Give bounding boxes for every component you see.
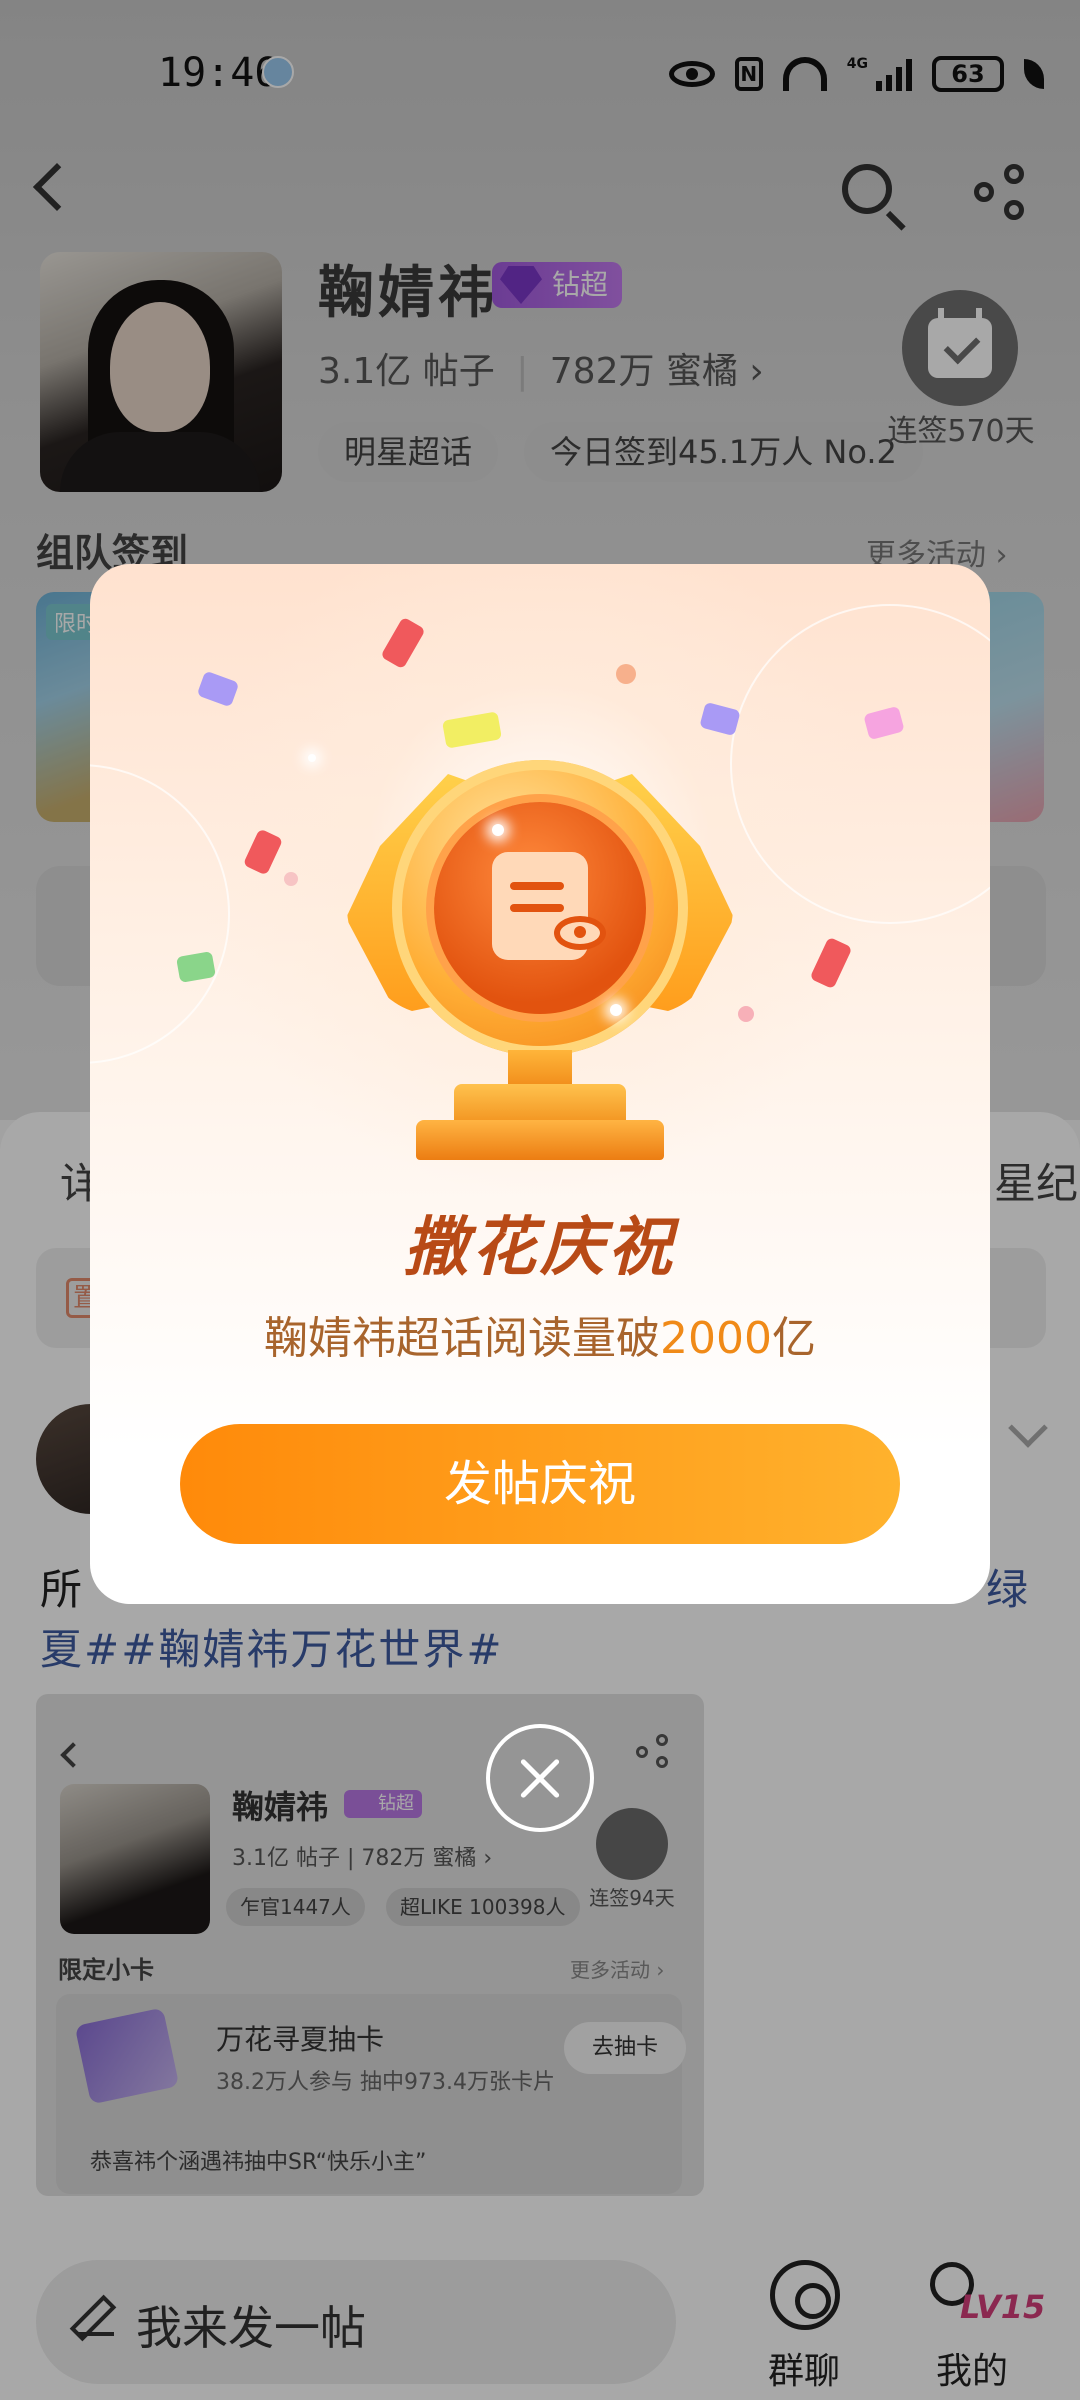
celebration-modal: 撒花庆祝 鞠婧祎超话阅读量破2000亿 发帖庆祝: [90, 564, 990, 1604]
close-icon[interactable]: [486, 1724, 594, 1832]
post-celebrate-button[interactable]: 发帖庆祝: [180, 1424, 900, 1544]
trophy-icon: [90, 564, 990, 1164]
modal-title: 撒花庆祝: [404, 1211, 676, 1285]
modal-subtitle: 鞠婧祎超话阅读量破2000亿: [264, 1313, 816, 1364]
